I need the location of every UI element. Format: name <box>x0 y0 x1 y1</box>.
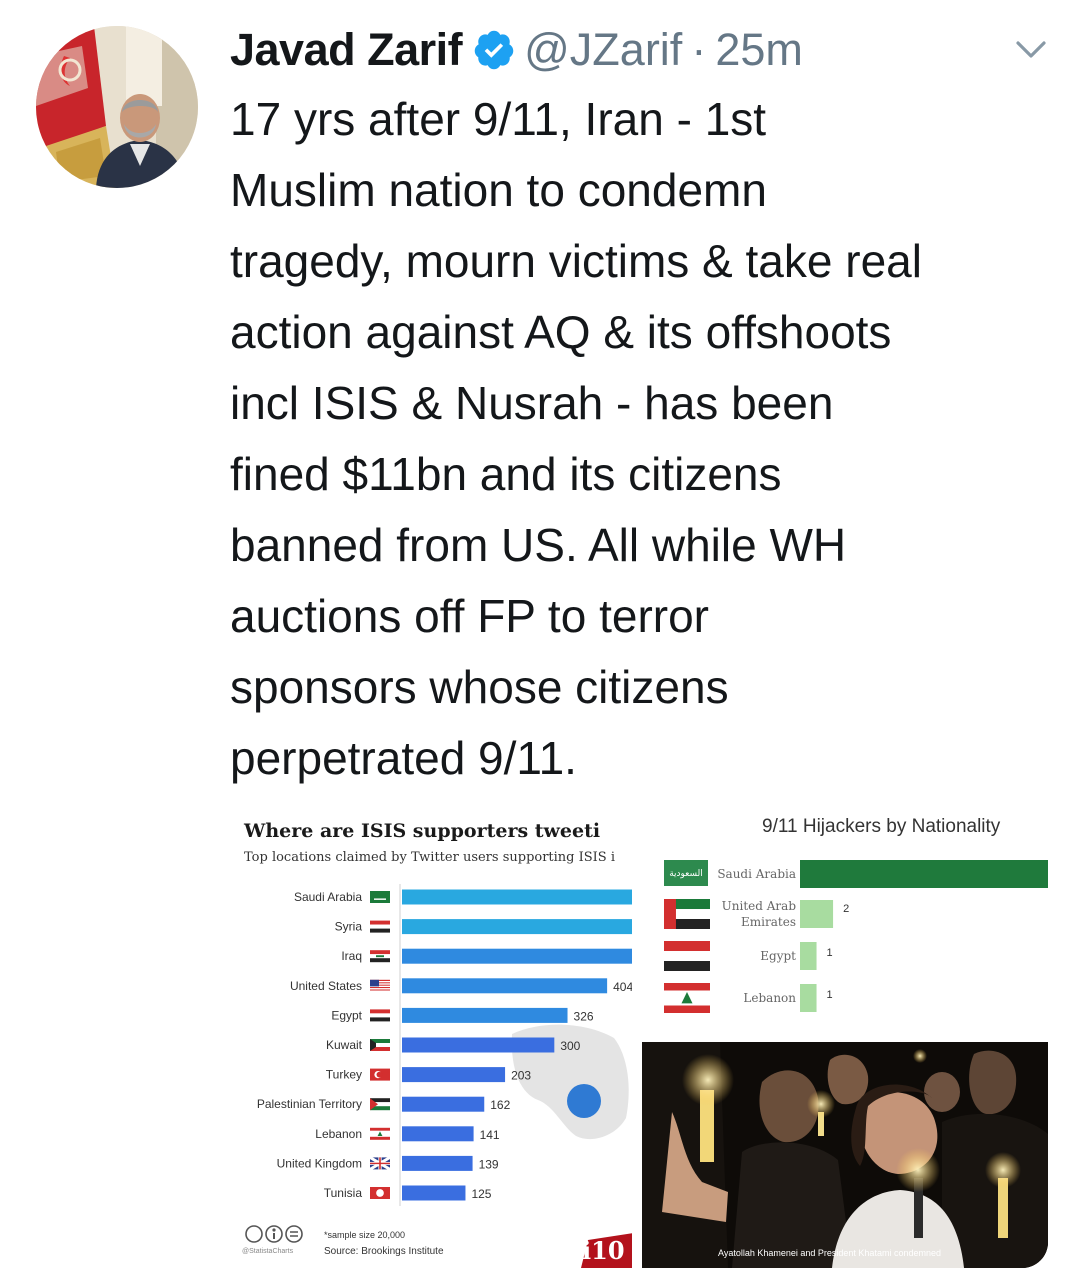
isis-value-label: 300 <box>560 1039 580 1053</box>
avatar-image <box>36 26 198 188</box>
isis-bar-turkey <box>402 1067 506 1083</box>
hijack-category-label: Saudi Arabia <box>717 867 796 881</box>
photo-caption: Ayatollah Khamenei and President Khatami… <box>718 1248 941 1258</box>
hijack-bar-united-arab-emirates <box>800 900 834 928</box>
isis-bar-lebanon <box>402 1126 474 1142</box>
media-image-vigil-photo[interactable]: Ayatollah Khamenei and President Khatami… <box>642 1042 1048 1268</box>
hijack-value-label: 1 <box>827 947 833 959</box>
isis-bar-kuwait <box>402 1037 555 1053</box>
flag-saudi-arabia-icon: السعودية <box>664 860 708 886</box>
isis-category-label: United Kingdom <box>277 1156 362 1170</box>
flag-palestinian-territory-icon <box>370 1098 390 1111</box>
isis-value-label: 326 <box>574 1009 594 1023</box>
isis-category-label: Egypt <box>331 1008 362 1022</box>
tweet-text: 17 yrs after 9/11, Iran - 1st Muslim nat… <box>230 93 922 784</box>
media-image-hijackers-chart[interactable]: 9/11 Hijackers by Nationality السعودية Sa… <box>642 806 1048 1030</box>
author-name[interactable]: Javad Zarif <box>230 24 463 76</box>
tweet-header: Javad Zarif @JZarif · 25m <box>230 22 803 78</box>
nd-icon <box>285 1225 303 1243</box>
media-grid: Where are ISIS supporters tweeti Top loc… <box>230 806 1048 1268</box>
profile-avatar[interactable] <box>36 26 198 188</box>
isis-value-label: 141 <box>480 1128 500 1142</box>
flag-lebanon-icon <box>664 983 710 1013</box>
map-marker <box>567 1084 601 1118</box>
isis-category-label: Iraq <box>341 949 362 963</box>
hijack-value-label: 1 <box>827 989 833 1001</box>
flag-united-states-icon <box>370 979 390 992</box>
hijack-value-label: 2 <box>843 903 849 915</box>
flag-syria-icon <box>370 920 390 933</box>
chart-footnote-sample: *sample size 20,000 <box>324 1230 406 1240</box>
hijack-category-label: Emirates <box>741 915 796 929</box>
isis-value-label: 203 <box>511 1069 531 1083</box>
hijack-bar-saudi-arabia <box>800 860 1048 888</box>
isis-category-label: Syria <box>335 920 363 934</box>
isis-bar-iraq <box>402 948 632 964</box>
flag-united-arab-emirates-icon <box>664 899 710 929</box>
isis-value-label: 404 <box>613 980 632 994</box>
chevron-down-icon[interactable] <box>1012 34 1050 64</box>
separator-dot: · <box>691 24 707 75</box>
isis-bar-united-kingdom <box>402 1155 473 1171</box>
isis-bar-egypt <box>402 1007 568 1023</box>
flag-kuwait-icon <box>370 1039 390 1051</box>
flag-tunisia-icon <box>370 1187 390 1199</box>
flag-egypt-icon <box>370 1009 390 1022</box>
vigil-photo <box>642 1042 1048 1268</box>
isis-category-label: Turkey <box>326 1068 362 1082</box>
isis-chart-plot: Saudi ArabiaSyriaIraq4United States404Eg… <box>257 884 632 1206</box>
chart-credit: @StatistaCharts <box>242 1248 294 1255</box>
flag-turkey-icon <box>370 1068 390 1081</box>
verified-badge-icon <box>474 30 514 70</box>
flag-saudi-text: السعودية <box>669 869 703 879</box>
cc-icon <box>245 1225 263 1243</box>
isis-category-label: United States <box>290 979 362 993</box>
isis-category-label: Tunisia <box>324 1186 363 1200</box>
flag-iraq-icon <box>370 950 390 963</box>
flag-lebanon-icon <box>370 1127 390 1140</box>
hijack-category-label: Lebanon <box>743 991 796 1005</box>
hijack-category-label: United Arab <box>722 899 797 913</box>
isis-value-label: 162 <box>490 1098 510 1112</box>
flag-egypt-icon <box>664 941 710 971</box>
isis-bar-saudi-arabia <box>402 889 632 905</box>
hijack-category-label: Egypt <box>760 949 796 963</box>
author-handle[interactable]: @JZarif <box>524 24 682 76</box>
isis-value-label: 125 <box>471 1187 491 1201</box>
isis-bar-palestinian-territory <box>402 1096 485 1112</box>
isis-bar-syria <box>402 919 632 935</box>
flag-united-kingdom-icon <box>369 1156 391 1171</box>
chart-footnote-source: Source: Brookings Institute <box>324 1246 444 1257</box>
isis-category-label: Palestinian Territory <box>257 1097 362 1111</box>
publisher-logo-text: i10 <box>582 1236 625 1265</box>
hijackers-chart-plot: السعودية Saudi Arabia United Arab Emirates 2… <box>664 860 1048 1013</box>
media-image-isis-chart[interactable]: Where are ISIS supporters tweeti Top loc… <box>230 806 632 1268</box>
isis-bar-tunisia <box>402 1185 466 1201</box>
hijack-bar-egypt <box>800 942 817 970</box>
isis-category-label: Kuwait <box>326 1038 363 1052</box>
isis-category-label: Lebanon <box>315 1127 362 1141</box>
isis-value-label: 139 <box>479 1157 499 1171</box>
license-icons <box>245 1225 303 1243</box>
isis-bar-united-states <box>402 978 608 994</box>
tweet-timestamp[interactable]: 25m <box>715 24 803 76</box>
hijack-bar-lebanon <box>800 984 817 1012</box>
isis-category-label: Saudi Arabia <box>294 890 362 904</box>
flag-saudi-arabia-icon <box>370 891 390 903</box>
